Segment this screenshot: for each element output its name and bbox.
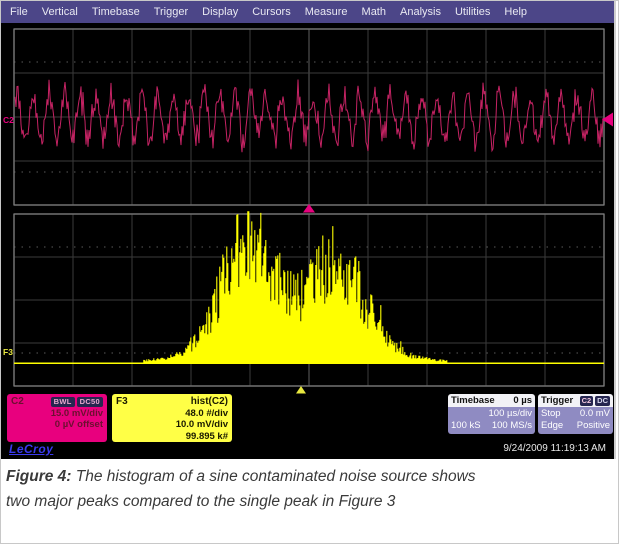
c2-vertical-scale: 15.0 mV/div xyxy=(11,408,103,420)
trigger-slope: Positive xyxy=(577,420,610,432)
f3-population: 99.895 k# xyxy=(116,431,228,443)
c2-descriptor-label: C2 xyxy=(11,396,24,408)
f3-descriptor-label: F3 xyxy=(116,396,128,408)
lecroy-logo: LeCroy xyxy=(9,442,53,456)
f3-source: hist(C2) xyxy=(191,396,228,408)
timebase-samples: 100 kS xyxy=(451,420,481,432)
scope-display: C2 F3 C2 BWL DC50 15.0 mV/div 0 µV offse… xyxy=(1,23,614,459)
menu-bar: File Vertical Timebase Trigger Display Cursor… xyxy=(1,1,614,23)
menu-item-utilities[interactable]: Utilities xyxy=(455,6,490,18)
trigger-panel[interactable]: Trigger C2 DC Stop 0.0 mV Edge Positive xyxy=(538,394,613,434)
trigger-level: 0.0 mV xyxy=(580,408,610,420)
oscilloscope-window: File Vertical Timebase Trigger Display Cursor… xyxy=(1,1,616,459)
timebase-rate: 100 MS/s xyxy=(492,420,532,432)
figure-caption: Figure 4: The histogram of a sine contam… xyxy=(6,464,498,514)
trigger-title: Trigger xyxy=(541,395,573,406)
histogram-center-marker-icon[interactable] xyxy=(296,386,306,394)
f3-trace-label: F3 xyxy=(3,347,13,357)
timebase-title: Timebase xyxy=(451,395,495,406)
menu-item-timebase[interactable]: Timebase xyxy=(92,6,140,18)
c2-descriptor-box[interactable]: C2 BWL DC50 15.0 mV/div 0 µV offset xyxy=(7,394,107,442)
figure-caption-label: Figure 4: xyxy=(6,468,71,485)
screenshot-page: File Vertical Timebase Trigger Display Cursor… xyxy=(0,0,619,544)
menu-item-display[interactable]: Display xyxy=(202,6,238,18)
menu-item-file[interactable]: File xyxy=(10,6,28,18)
trigger-coupling-badge: DC xyxy=(595,396,610,406)
c2-trace-label: C2 xyxy=(3,115,14,125)
menu-item-help[interactable]: Help xyxy=(504,6,527,18)
figure-caption-text: The histogram of a sine contaminated noi… xyxy=(6,468,476,510)
timebase-delay: 0 µs xyxy=(513,395,532,406)
menu-item-measure[interactable]: Measure xyxy=(305,6,348,18)
menu-item-trigger[interactable]: Trigger xyxy=(154,6,188,18)
waveform-grid: C2 F3 xyxy=(1,23,614,394)
menu-item-vertical[interactable]: Vertical xyxy=(42,6,78,18)
c2-bwl-badge: BWL xyxy=(51,397,75,407)
menu-item-analysis[interactable]: Analysis xyxy=(400,6,441,18)
trigger-type: Edge xyxy=(541,420,563,432)
f3-descriptor-box[interactable]: F3 hist(C2) 48.0 #/div 10.0 mV/div 99.89… xyxy=(112,394,232,442)
f3-voltage-scale: 10.0 mV/div xyxy=(116,419,228,431)
trigger-source-badge: C2 xyxy=(580,396,594,406)
menu-item-math[interactable]: Math xyxy=(362,6,386,18)
f3-count-scale: 48.0 #/div xyxy=(116,408,228,420)
timebase-scale: 100 µs/div xyxy=(489,408,533,420)
datetime-status: 9/24/2009 11:19:13 AM xyxy=(503,443,606,454)
c2-offset: 0 µV offset xyxy=(11,419,103,431)
trigger-mode: Stop xyxy=(541,408,561,420)
c2-coupling-badge: DC50 xyxy=(77,397,103,407)
menu-item-cursors[interactable]: Cursors xyxy=(252,6,291,18)
timebase-panel[interactable]: Timebase 0 µs 100 µs/div 100 kS 100 MS/s xyxy=(448,394,535,434)
